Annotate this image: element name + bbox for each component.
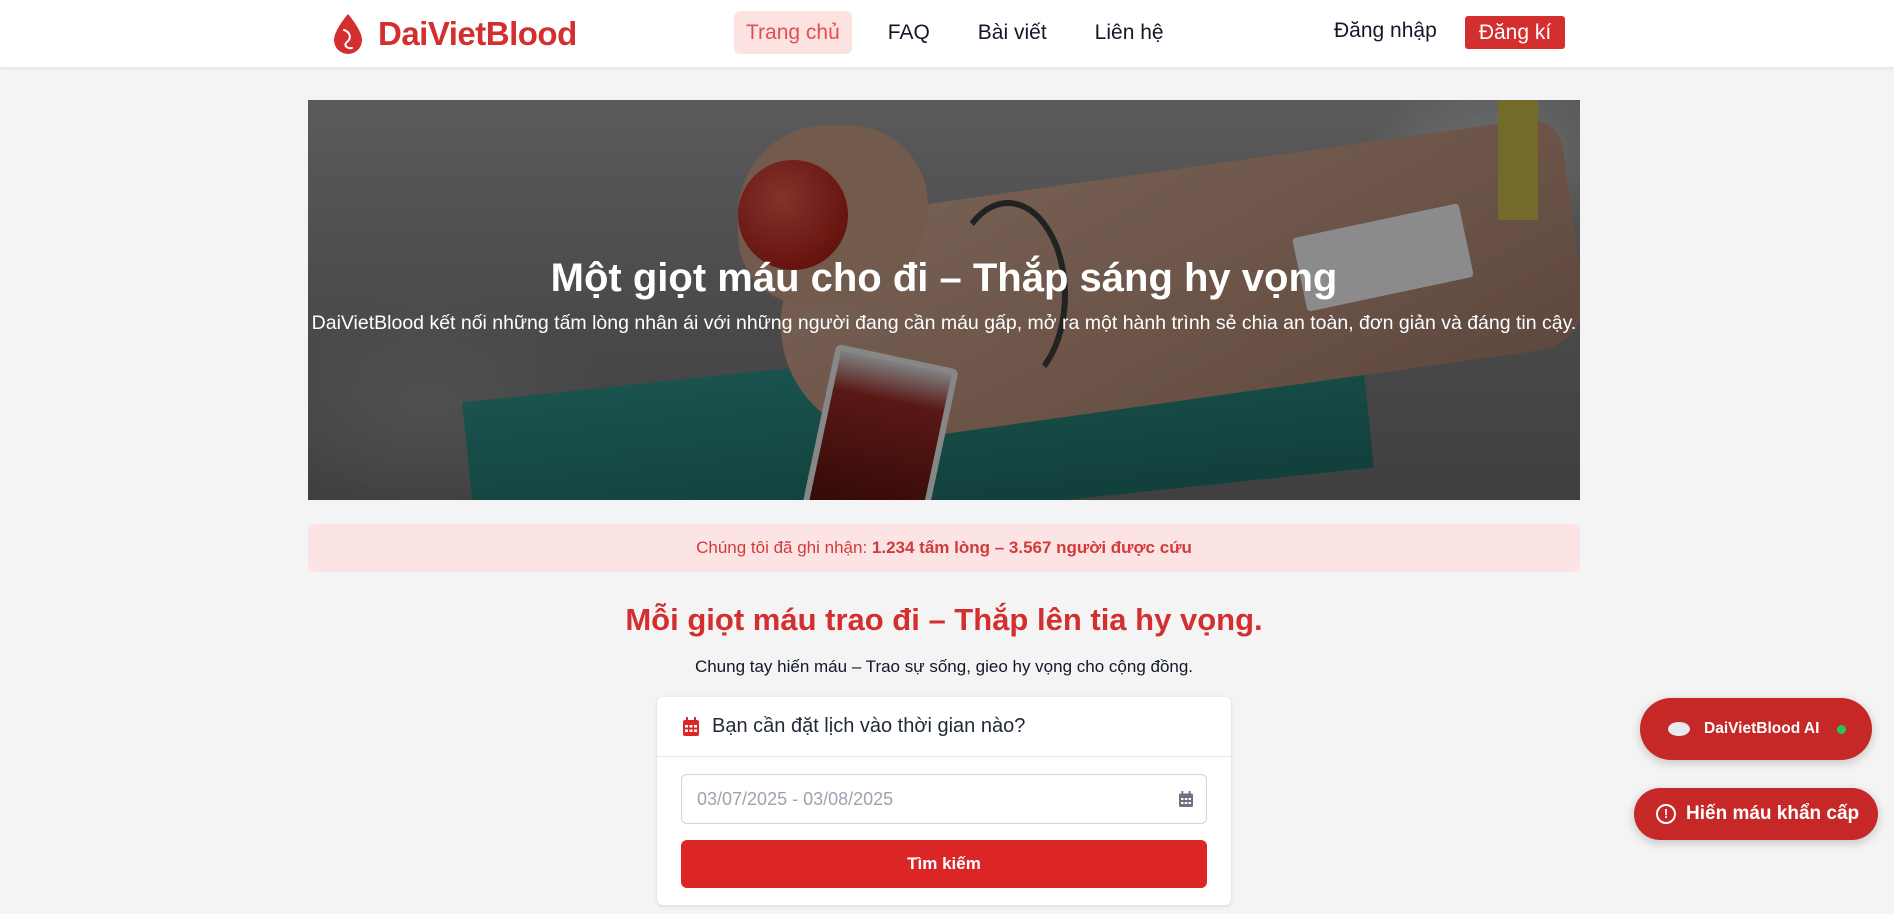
booking-card: Bạn cần đặt lịch vào thời gian nào? Tìm … bbox=[657, 697, 1231, 905]
calendar-icon bbox=[683, 716, 699, 736]
calendar-field-icon[interactable] bbox=[1178, 791, 1194, 808]
booking-card-header: Bạn cần đặt lịch vào thời gian nào? bbox=[657, 697, 1231, 757]
urgent-donation-label: Hiến máu khẩn cấp bbox=[1686, 803, 1860, 824]
alert-circle-icon: ! bbox=[1656, 804, 1676, 824]
chat-bubble-icon bbox=[1668, 722, 1690, 736]
booking-question: Bạn cần đặt lịch vào thời gian nào? bbox=[712, 715, 1026, 737]
online-status-icon bbox=[1837, 724, 1847, 734]
nav-item-articles[interactable]: Bài viết bbox=[966, 11, 1059, 54]
stats-highlight: 1.234 tấm lòng – 3.567 người được cứu bbox=[871, 538, 1192, 557]
nav-item-contact[interactable]: Liên hệ bbox=[1083, 11, 1176, 54]
section-subtitle: Chung tay hiến máu – Trao sự sống, gieo … bbox=[694, 657, 1194, 676]
date-range-input[interactable] bbox=[681, 774, 1207, 824]
login-link[interactable]: Đăng nhập bbox=[1334, 19, 1437, 43]
urgent-donation-button[interactable]: ! Hiến máu khẩn cấp bbox=[1634, 788, 1878, 840]
hero-title: Một giọt máu cho đi – Thắp sáng hy vọng bbox=[550, 256, 1338, 300]
main-nav: Trang chủ FAQ Bài viết Liên hệ bbox=[734, 11, 1176, 54]
ai-chat-label: DaiVietBlood AI bbox=[1704, 720, 1820, 737]
search-button[interactable]: Tìm kiếm bbox=[681, 840, 1207, 888]
stats-banner: Chúng tôi đã ghi nhận: 1.234 tấm lòng – … bbox=[308, 524, 1580, 572]
ai-chat-button[interactable]: DaiVietBlood AI bbox=[1640, 698, 1872, 760]
hero-subtitle: DaiVietBlood kết nối những tấm lòng nhân… bbox=[311, 312, 1577, 334]
register-button[interactable]: Đăng kí bbox=[1465, 16, 1565, 49]
brand-logo[interactable]: DaiVietBlood bbox=[330, 10, 577, 58]
nav-item-home[interactable]: Trang chủ bbox=[734, 11, 852, 54]
section-title: Mỗi giọt máu trao đi – Thắp lên tia hy v… bbox=[625, 602, 1263, 637]
top-header: DaiVietBlood Trang chủ FAQ Bài viết Liên… bbox=[0, 0, 1894, 68]
hero-banner: Một giọt máu cho đi – Thắp sáng hy vọng … bbox=[308, 100, 1580, 500]
nav-item-faq[interactable]: FAQ bbox=[876, 11, 942, 54]
blood-drop-logo-icon bbox=[334, 14, 362, 54]
brand-name: DaiVietBlood bbox=[378, 15, 577, 52]
stats-prefix: Chúng tôi đã ghi nhận: bbox=[696, 538, 872, 557]
